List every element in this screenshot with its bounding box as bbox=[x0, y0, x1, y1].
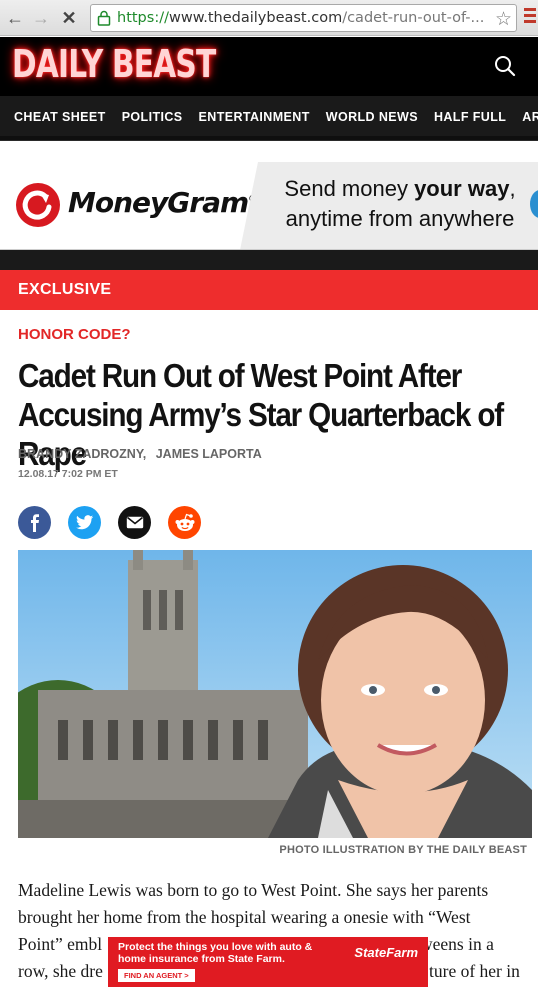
ad-message-part-2: , bbox=[509, 176, 516, 201]
moneygram-logo-icon bbox=[16, 183, 60, 227]
ad-brand-name: MoneyGram® bbox=[68, 186, 257, 219]
back-arrow-icon[interactable]: ← bbox=[4, 7, 26, 29]
ad-message: Send money your way, anytime from anywhe… bbox=[270, 174, 530, 234]
nav-item-cheat-sheet[interactable]: CHEAT SHEET bbox=[0, 96, 114, 124]
statefarm-logo: StateFarm bbox=[354, 945, 418, 960]
browser-menu-icon[interactable] bbox=[524, 8, 538, 28]
nav-item-arts[interactable]: ARTS bbox=[514, 96, 538, 124]
site-header: DAILY BEAST bbox=[0, 37, 538, 96]
email-share-button[interactable] bbox=[118, 506, 151, 539]
body-line: Madeline Lewis was born to go to West Po… bbox=[18, 880, 489, 900]
facebook-icon bbox=[30, 513, 39, 532]
ad-text: Protect the things you love with auto & … bbox=[118, 941, 313, 965]
twitter-share-button[interactable] bbox=[68, 506, 101, 539]
article-hero-image bbox=[18, 550, 532, 838]
author-link[interactable]: JAMES LAPORTA bbox=[156, 447, 262, 461]
ad-message-bold: your way bbox=[414, 176, 510, 201]
facebook-share-button[interactable] bbox=[18, 506, 51, 539]
forward-arrow-icon[interactable]: → bbox=[30, 7, 52, 29]
search-icon[interactable] bbox=[494, 55, 516, 77]
ad-brand-text: MoneyGram bbox=[68, 186, 249, 219]
stop-loading-icon[interactable]: ✕ bbox=[58, 7, 80, 29]
bookmark-star-icon[interactable]: ☆ bbox=[495, 8, 512, 31]
ad-message-part-1: Send money bbox=[284, 176, 415, 201]
body-line-end: weens in a bbox=[420, 934, 494, 954]
address-bar[interactable]: https://www.thedailybeast.com/cadet-run-… bbox=[90, 4, 517, 32]
statefarm-ad[interactable]: Protect the things you love with auto & … bbox=[108, 937, 428, 987]
browser-toolbar: ← → ✕ https://www.thedailybeast.com/cade… bbox=[0, 0, 538, 36]
ad-message-line-2: anytime from anywhere bbox=[285, 206, 515, 231]
body-line-start: Point” embl bbox=[18, 934, 103, 954]
publish-date: 12.08.17 7:02 PM ET bbox=[18, 468, 118, 480]
nav-item-half-full[interactable]: HALF FULL bbox=[426, 96, 514, 124]
body-line-start: row, she dre bbox=[18, 961, 103, 981]
url-scheme: https:// bbox=[117, 10, 169, 26]
moneygram-ad[interactable]: MoneyGram® Send money your way, anytime … bbox=[0, 162, 538, 250]
envelope-icon bbox=[126, 516, 143, 529]
url-host: www.thedailybeast.com bbox=[168, 10, 343, 26]
find-agent-button[interactable]: FIND AN AGENT > bbox=[118, 969, 195, 982]
body-line-end: ture of her in bbox=[429, 961, 520, 981]
url-path: /cadet-run-out-of-... bbox=[342, 10, 485, 26]
article-bylines: BRANDY ZADROZNY, JAMES LAPORTA bbox=[18, 447, 268, 461]
author-link[interactable]: BRANDY ZADROZNY, bbox=[18, 447, 146, 461]
body-line: brought her home from the hospital weari… bbox=[18, 907, 471, 927]
nav-item-world-news[interactable]: WORLD NEWS bbox=[318, 96, 426, 124]
reddit-icon bbox=[175, 513, 194, 531]
image-caption: PHOTO ILLUSTRATION BY THE DAILY BEAST bbox=[279, 844, 527, 856]
nav-item-politics[interactable]: POLITICS bbox=[114, 96, 191, 124]
twitter-icon bbox=[75, 515, 93, 530]
daily-beast-logo[interactable]: DAILY BEAST bbox=[12, 42, 216, 86]
url-text: https://www.thedailybeast.com/cadet-run-… bbox=[117, 10, 487, 26]
nav-item-entertainment[interactable]: ENTERTAINMENT bbox=[191, 96, 318, 124]
divider-strip bbox=[0, 250, 538, 270]
header-spacer bbox=[0, 140, 538, 162]
section-nav: CHEAT SHEET POLITICS ENTERTAINMENT WORLD… bbox=[0, 96, 538, 140]
lock-icon bbox=[97, 10, 111, 26]
article-kicker[interactable]: HONOR CODE? bbox=[18, 326, 131, 343]
hero-illustration bbox=[18, 550, 532, 838]
reddit-share-button[interactable] bbox=[168, 506, 201, 539]
section-banner: EXCLUSIVE bbox=[0, 270, 538, 310]
